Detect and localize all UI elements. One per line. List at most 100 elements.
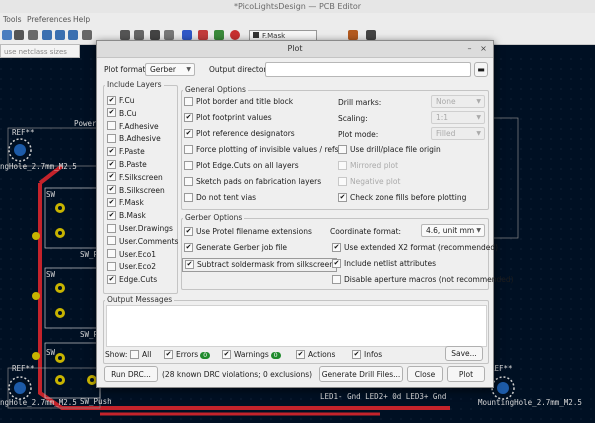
checkbox-disable-aperture-macros-not-recommended[interactable]: Disable aperture macros (not recommended…: [332, 274, 514, 285]
checkbox-user-eco1[interactable]: User.Eco1: [107, 249, 156, 260]
scripting-icon[interactable]: [366, 30, 376, 40]
ref-label: REF**: [12, 364, 35, 373]
zoom-out-icon[interactable]: [55, 30, 65, 40]
checkbox-user-drawings[interactable]: User.Drawings: [107, 223, 173, 234]
netclass-size-select[interactable]: use netclass sizes: [0, 44, 80, 58]
undo-icon[interactable]: [2, 30, 12, 40]
zoom-in-icon[interactable]: [42, 30, 52, 40]
checkbox-use-protel-filename-extensions[interactable]: ✔ Use Protel filename extensions: [184, 226, 312, 237]
checkbox-label: Check zone fills before plotting: [350, 193, 467, 202]
menu-preferences[interactable]: Preferences: [27, 15, 71, 24]
checkmark-icon: ✔: [332, 242, 341, 252]
checkbox-generate-gerber-job-file[interactable]: ✔ Generate Gerber job file: [184, 242, 287, 253]
checkbox-check-zone-fills-before-plotting[interactable]: ✔ Check zone fills before plotting: [338, 192, 467, 203]
messages-area[interactable]: [106, 305, 487, 347]
checkbox-label: F.Mask: [119, 198, 144, 208]
close-button[interactable]: Close: [407, 366, 443, 382]
checkbox-use-drill-place-file-origin[interactable]: Use drill/place file origin: [338, 144, 441, 155]
scaling-select[interactable]: 1:1 ▼: [431, 111, 485, 124]
run-drc-button[interactable]: Run DRC...: [104, 366, 158, 382]
checkbox-actions[interactable]: ✔ Actions: [296, 349, 335, 360]
zoom-fit-icon[interactable]: [68, 30, 78, 40]
checkbox-warnings[interactable]: ✔ Warnings 0: [222, 349, 281, 360]
checkbox-f-adhesive[interactable]: F.Adhesive: [107, 121, 159, 132]
refresh-icon[interactable]: [82, 30, 92, 40]
checkbox-sketch-pads-on-fabrication-layers[interactable]: Sketch pads on fabrication layers: [184, 176, 321, 187]
save-button[interactable]: Save...: [445, 346, 483, 361]
stop-icon[interactable]: [230, 30, 240, 40]
flip-icon[interactable]: [134, 30, 144, 40]
checkbox-mirrored-plot[interactable]: Mirrored plot: [338, 160, 398, 171]
checkbox-label: F.Adhesive: [119, 121, 159, 131]
output-directory-input[interactable]: [265, 62, 471, 77]
checkbox-user-eco2[interactable]: User.Eco2: [107, 261, 156, 272]
checkbox-b-mask[interactable]: ✔ B.Mask: [107, 210, 146, 221]
checkbox-f-cu[interactable]: ✔ F.Cu: [107, 95, 134, 106]
checkbox-b-paste[interactable]: ✔ B.Paste: [107, 159, 147, 170]
drill-marks-select[interactable]: None ▼: [431, 95, 485, 108]
checkbox-infos[interactable]: ✔ Infos: [352, 349, 383, 360]
dialog-title-bar: Plot – ×: [97, 41, 493, 58]
rotate-icon[interactable]: [120, 30, 130, 40]
checkbox-f-mask[interactable]: ✔ F.Mask: [107, 197, 144, 208]
minimize-icon[interactable]: –: [465, 44, 474, 53]
hole-label: ngHole_2.7mm_M2.5: [0, 398, 77, 407]
footprint-icon[interactable]: [214, 30, 224, 40]
folder-icon[interactable]: ▬: [474, 62, 488, 77]
checkbox-f-paste[interactable]: ✔ F.Paste: [107, 146, 145, 157]
checkbox-label: Use Protel filename extensions: [196, 227, 312, 236]
drc-status-text: (28 known DRC violations; 0 exclusions): [162, 370, 313, 379]
checkbox-f-silkscreen[interactable]: ✔ F.Silkscreen: [107, 172, 163, 183]
checkbox-plot-edge-cuts-on-all-layers[interactable]: Plot Edge.Cuts on all layers: [184, 160, 299, 171]
checkbox-include-netlist-attributes[interactable]: ✔ Include netlist attributes: [332, 258, 437, 269]
checkbox-label: Include netlist attributes: [344, 259, 437, 268]
drc-icon[interactable]: [198, 30, 208, 40]
gerber-options-title: Gerber Options: [183, 213, 245, 222]
generate-drill-files-button[interactable]: Generate Drill Files...: [319, 366, 403, 382]
plot-format-select[interactable]: Gerber ▼: [145, 63, 195, 76]
checkbox-negative-plot[interactable]: Negative plot: [338, 176, 400, 187]
menu-help[interactable]: Help: [73, 15, 90, 24]
plot-button[interactable]: Plot: [447, 366, 485, 382]
checkbox-user-comments[interactable]: User.Comments: [107, 236, 179, 247]
menu-tools[interactable]: Tools: [3, 15, 21, 24]
plot-dialog: Plot – × Plot format: Gerber ▼ Output dir…: [96, 40, 514, 388]
netlist-icon[interactable]: [182, 30, 192, 40]
checkbox-b-silkscreen[interactable]: ✔ B.Silkscreen: [107, 185, 165, 196]
checkbox-subtract-soldermask-from-silkscreen[interactable]: ✔ Subtract soldermask from silkscreen: [182, 258, 337, 272]
checkbox-label: Force plotting of invisible values / ref…: [196, 145, 339, 154]
close-icon[interactable]: ×: [479, 44, 488, 53]
redo-icon[interactable]: [14, 30, 24, 40]
route-icon[interactable]: [348, 30, 358, 40]
coordinate-format-select[interactable]: 4.6, unit mm ▼: [421, 224, 485, 237]
checkbox-empty-icon: [338, 160, 347, 170]
checkbox-errors[interactable]: ✔ Errors 0: [164, 349, 211, 360]
checkbox-label: B.Silkscreen: [119, 185, 165, 195]
checkbox-plot-reference-designators[interactable]: ✔ Plot reference designators: [184, 128, 295, 139]
checkbox-label: Infos: [364, 350, 383, 359]
checkmark-icon: ✔: [107, 159, 116, 169]
checkbox-label: User.Comments: [119, 236, 179, 246]
checkmark-icon: ✔: [164, 349, 173, 359]
unlock-icon[interactable]: [164, 30, 174, 40]
checkbox-plot-footprint-values[interactable]: ✔ Plot footprint values: [184, 112, 272, 123]
checkbox-label: Plot border and title block: [196, 97, 294, 106]
lock-icon[interactable]: [150, 30, 160, 40]
plot-mode-select[interactable]: Filled ▼: [431, 127, 485, 140]
checkbox-use-extended-x2-format-recommended[interactable]: ✔ Use extended X2 format (recommended): [332, 242, 498, 253]
checkbox-edge-cuts[interactable]: ✔ Edge.Cuts: [107, 274, 157, 285]
checkbox-label: B.Mask: [119, 211, 146, 221]
plot-format-label: Plot format:: [104, 65, 149, 74]
checkmark-icon: ✔: [107, 210, 116, 220]
checkbox-do-not-tent-vias[interactable]: Do not tent vias: [184, 192, 256, 203]
search-icon[interactable]: [28, 30, 38, 40]
coordinate-format-label: Coordinate format:: [330, 227, 402, 236]
checkmark-icon: ✔: [184, 242, 193, 252]
switch-value: SW_Push: [80, 397, 112, 406]
checkbox-b-adhesive[interactable]: B.Adhesive: [107, 133, 161, 144]
checkbox-force-plotting-of-invisible-values-refs[interactable]: Force plotting of invisible values / ref…: [184, 144, 339, 155]
checkmark-icon: ✔: [296, 349, 305, 359]
checkbox-b-cu[interactable]: ✔ B.Cu: [107, 108, 137, 119]
checkbox-all[interactable]: All: [130, 349, 151, 360]
checkbox-plot-border-and-title-block[interactable]: Plot border and title block: [184, 96, 294, 107]
